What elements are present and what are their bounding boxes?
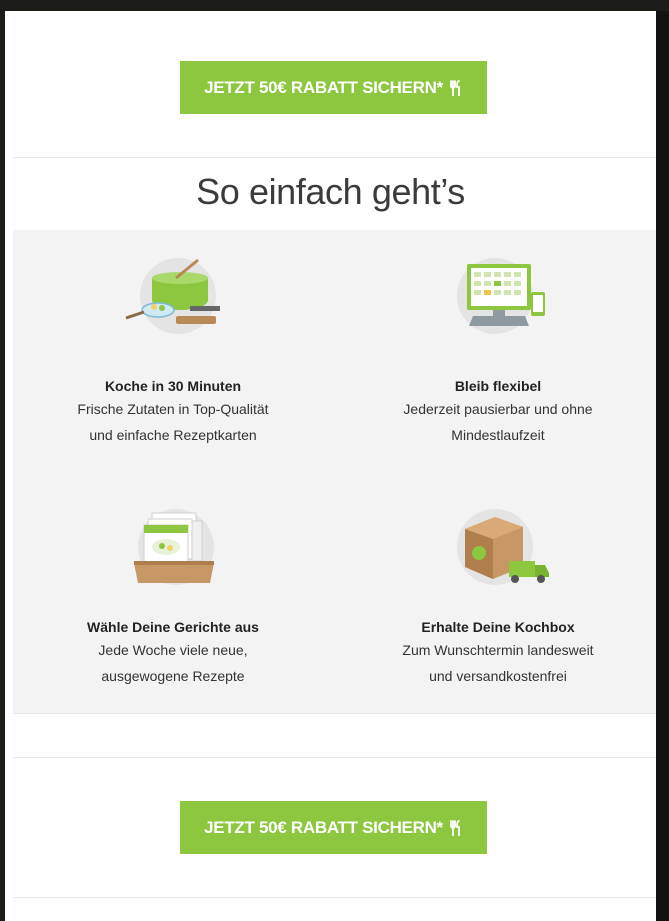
steps-panel: Koche in 30 Minuten Frische Zutaten in T…	[13, 230, 656, 713]
computer-calendar-icon	[338, 254, 656, 354]
divider	[13, 713, 656, 714]
cta-label: JETZT 50€ RABATT SICHERN*	[204, 77, 443, 97]
scrollbar[interactable]	[656, 11, 669, 921]
divider	[13, 157, 656, 158]
divider	[13, 897, 656, 898]
step-title: Erhalte Deine Kochbox	[421, 619, 575, 635]
step-desc-line2: Mindestlaufzeit	[451, 427, 545, 443]
step-title: Koche in 30 Minuten	[104, 378, 242, 394]
email-content: JETZT 50€ RABATT SICHERN* So einfach geh…	[5, 11, 656, 921]
step-desc-line1: Zum Wunschtermin landesweit	[402, 642, 594, 658]
step-desc-line1: Jede Woche viele neue,	[98, 642, 248, 658]
section-title: So einfach geht’s	[196, 171, 465, 212]
step-desc-line1: Jederzeit pausierbar und ohne	[403, 401, 593, 417]
fork-knife-icon	[449, 79, 463, 96]
cta-label: JETZT 50€ RABATT SICHERN*	[204, 817, 443, 837]
cta-button-top[interactable]: JETZT 50€ RABATT SICHERN*	[180, 61, 487, 114]
step-title: Bleib flexibel	[454, 378, 542, 394]
step-desc-line1: Frische Zutaten in Top-Qualität	[77, 401, 269, 417]
step-desc-line2: ausgewogene Rezepte	[101, 668, 245, 684]
cooking-pot-icon	[13, 254, 333, 354]
recipe-cards-icon	[13, 505, 333, 605]
cta-button-bottom[interactable]: JETZT 50€ RABATT SICHERN*	[180, 801, 487, 854]
step-desc-line2: und versandkostenfrei	[429, 668, 567, 684]
divider	[13, 757, 656, 758]
delivery-box-icon	[338, 505, 656, 605]
step-desc-line2: und einfache Rezeptkarten	[89, 427, 257, 443]
fork-knife-icon	[449, 819, 463, 836]
step-title: Wähle Deine Gerichte aus	[87, 619, 259, 635]
